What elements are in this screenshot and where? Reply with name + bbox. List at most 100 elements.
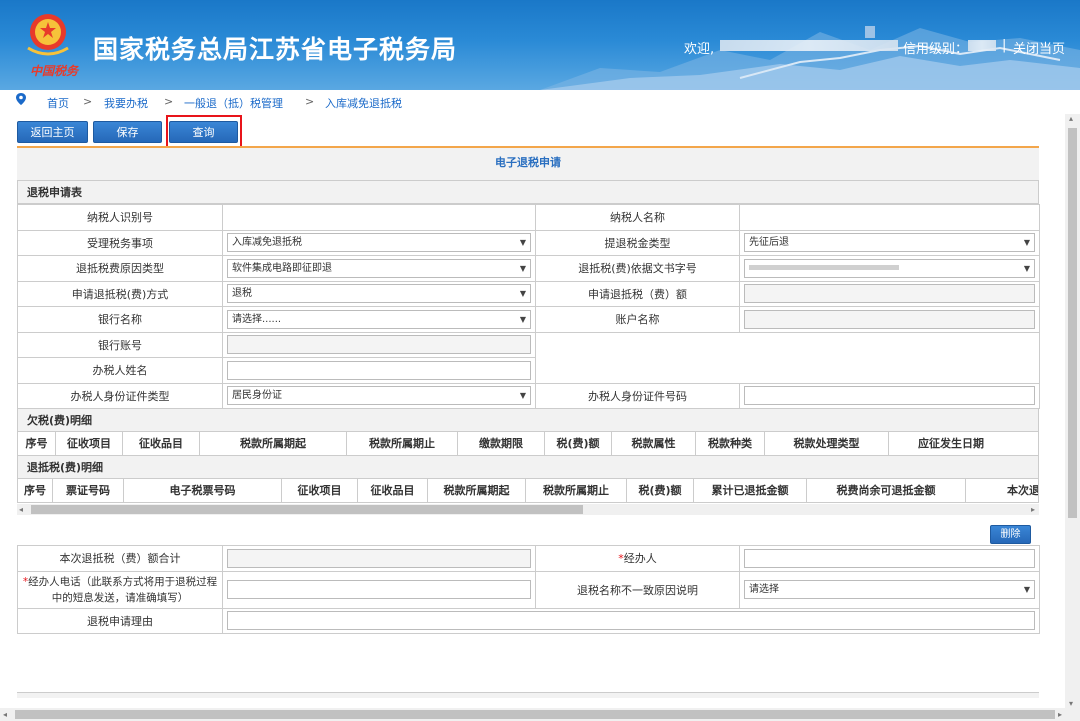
page-vscroll-thumb[interactable] xyxy=(1068,128,1077,518)
breadcrumb-current: 入库减免退抵税 xyxy=(325,97,402,110)
owed-col-header: 税款所属期起 xyxy=(200,432,347,455)
site-title: 国家税务总局江苏省电子税务局 xyxy=(93,35,458,64)
method-select[interactable]: 退税 xyxy=(227,284,531,304)
total-field xyxy=(227,548,531,568)
refund-col-header: 票证号码 xyxy=(53,479,124,502)
handler-label-text: 经办人 xyxy=(623,552,657,566)
save-button[interactable]: 保存 xyxy=(93,121,162,143)
breadcrumb: 首页 > 我要办税 > 一般退（抵）税管理 > 入库减免退抵税 xyxy=(0,92,1080,112)
refund-col-header: 税款所属期起 xyxy=(428,479,526,502)
owed-col-header: 征收品目 xyxy=(123,432,200,455)
refund-grid-hscrollbar[interactable]: ◂ ▸ xyxy=(17,504,1039,515)
taxpayer-id-label: 纳税人识别号 xyxy=(17,204,223,231)
back-home-button[interactable]: 返回主页 xyxy=(17,121,88,143)
total-label: 本次退抵税（费）额合计 xyxy=(17,545,223,572)
scroll-left-icon[interactable]: ◂ xyxy=(3,709,7,720)
taxpayer-name-label: 纳税人名称 xyxy=(535,204,740,231)
page-hscrollbar[interactable]: ◂ ▸ xyxy=(0,708,1080,721)
refund-col-header: 征收品目 xyxy=(358,479,428,502)
refund-grid-header: 序号 票证号码 电子税票号码 征收项目 征收品目 税款所属期起 税款所属期止 税… xyxy=(17,479,1039,503)
amount-field xyxy=(744,284,1035,304)
owed-col-header: 应征发生日期 xyxy=(918,437,984,450)
phone-input[interactable] xyxy=(227,580,531,599)
page-hscroll-thumb[interactable] xyxy=(15,710,1055,719)
phone-label: *经办人电话（此联系方式将用于退税过程 中的短息发送，请准确填写） xyxy=(17,570,223,609)
agent-name-input[interactable] xyxy=(227,360,531,380)
credit-level-label: 信用级别： xyxy=(903,42,969,57)
query-button-highlight xyxy=(166,115,242,150)
refund-col-header: 税(费)额 xyxy=(627,479,694,502)
amount-label: 申请退抵税（费）额 xyxy=(535,280,740,307)
scroll-right-icon[interactable]: ▸ xyxy=(1058,709,1062,720)
id-type-select[interactable]: 居民身份证 xyxy=(227,386,531,406)
id-no-label: 办税人身份证件号码 xyxy=(535,382,740,409)
refund-col-header: 序号 xyxy=(18,479,53,502)
bank-select[interactable]: 请选择...... xyxy=(227,309,531,329)
agent-name-label: 办税人姓名 xyxy=(17,357,223,384)
breadcrumb-refund-management[interactable]: 一般退（抵）税管理 xyxy=(184,95,283,111)
handle-item-label: 受理税务事项 xyxy=(17,229,223,256)
close-page-link[interactable]: 关闭当页 xyxy=(1013,38,1065,57)
refund-col-header: 本次退 xyxy=(1007,484,1039,497)
reason-type-select[interactable]: 软件集成电路即征即退 xyxy=(227,258,531,278)
owed-col-header: 序号 xyxy=(18,432,56,455)
breadcrumb-separator: > xyxy=(164,95,174,108)
id-no-input[interactable] xyxy=(744,386,1035,406)
china-tax-logo-text: 中国税务 xyxy=(30,64,79,78)
refund-col-header: 税款所属期止 xyxy=(526,479,627,502)
taxpayer-name-value xyxy=(739,204,1040,231)
scroll-right-icon[interactable]: ▸ xyxy=(1031,504,1035,515)
account-name-label: 账户名称 xyxy=(535,306,740,333)
fund-type-select[interactable]: 先征后退 xyxy=(744,233,1035,253)
breadcrumb-tax-service[interactable]: 我要办税 xyxy=(104,95,148,111)
national-emblem-icon xyxy=(27,14,69,56)
owed-col-header: 税款种类 xyxy=(696,432,765,455)
bank-label: 银行名称 xyxy=(17,306,223,333)
phone-label-line2: 中的短息发送，请准确填写） xyxy=(51,591,189,604)
mismatch-select[interactable]: 请选择 xyxy=(744,580,1035,599)
reason-input[interactable] xyxy=(227,611,1035,631)
redacted-doc-no xyxy=(749,265,899,271)
fund-type-label: 提退税金类型 xyxy=(535,229,740,256)
scroll-down-icon[interactable]: ▾ xyxy=(1069,699,1073,708)
account-name-field xyxy=(744,309,1035,329)
method-label: 申请退抵税(费)方式 xyxy=(17,280,223,307)
mismatch-label: 退税名称不一致原因说明 xyxy=(535,570,740,609)
handler-label: *经办人 xyxy=(535,545,740,572)
phone-label-line1: 经办人电话（此联系方式将用于退税过程 xyxy=(28,575,218,588)
owed-col-header: 税款属性 xyxy=(612,432,696,455)
redacted-credit-level xyxy=(968,40,996,51)
refund-col-header: 累计已退抵金额 xyxy=(694,479,807,502)
refund-summary-table: 本次退抵税（费）额合计 *经办人 *经办人电话（此联系方式将用于退税过程 中的短息… xyxy=(17,545,1040,634)
breadcrumb-home[interactable]: 首页 xyxy=(47,95,69,111)
owed-col-header: 征收项目 xyxy=(56,432,123,455)
scroll-left-icon[interactable]: ◂ xyxy=(19,504,23,515)
section-apply-title: 退税申请表 xyxy=(17,181,1039,204)
id-type-label: 办税人身份证件类型 xyxy=(17,382,223,409)
empty-cell xyxy=(535,331,1040,383)
delete-button[interactable]: 删除 xyxy=(990,525,1031,544)
doc-no-label: 退抵税(费)依据文书字号 xyxy=(535,255,740,282)
refund-grid-scroll-area: ◂ ▸ xyxy=(17,503,1039,517)
owed-col-header: 税(费)额 xyxy=(545,432,612,455)
redacted-username xyxy=(720,40,898,51)
owed-col-header: 缴款期限 xyxy=(458,432,545,455)
doc-no-select[interactable] xyxy=(744,258,1035,278)
refund-col-header: 电子税票号码 xyxy=(124,479,282,502)
owed-col-header: 税款处理类型 xyxy=(765,432,889,455)
grid-actions: 删除 xyxy=(17,517,1039,545)
taxpayer-id-value xyxy=(222,204,536,231)
breadcrumb-separator: > xyxy=(83,95,93,108)
great-wall-mountain-image xyxy=(540,26,1080,90)
page-vscrollbar[interactable]: ▴ ▾ xyxy=(1065,114,1080,708)
handler-input[interactable] xyxy=(744,548,1035,568)
owed-grid-header: 序号 征收项目 征收品目 税款所属期起 税款所属期止 缴款期限 税(费)额 税款… xyxy=(17,432,1039,456)
panel-title: 电子退税申请 xyxy=(17,148,1039,181)
section-refund-title: 退抵税(费)明细 xyxy=(17,456,1039,479)
refund-grid-scroll-thumb[interactable] xyxy=(31,505,583,514)
scroll-up-icon[interactable]: ▴ xyxy=(1069,114,1073,123)
header-separator: | xyxy=(1002,38,1007,53)
handle-item-select[interactable]: 入库减免退抵税 xyxy=(227,233,531,253)
bank-account-field xyxy=(227,335,531,355)
refund-application-panel: 电子退税申请 退税申请表 纳税人识别号 纳税人名称 受理税务事项 入库减免退抵税… xyxy=(17,146,1040,634)
